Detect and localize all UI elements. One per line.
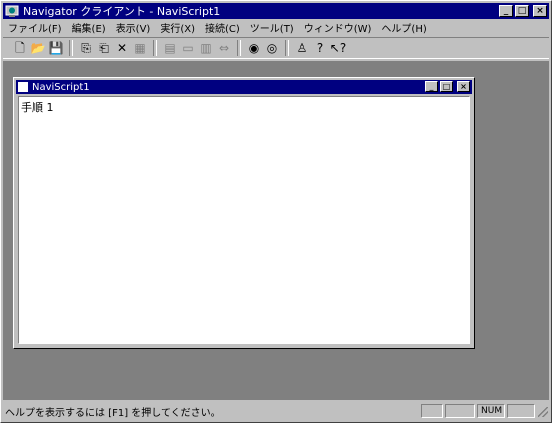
step-move-icon[interactable]: ▥ bbox=[197, 39, 215, 57]
num-lock-indicator: NUM bbox=[477, 404, 505, 418]
menu-tools[interactable]: ツール(T) bbox=[245, 20, 299, 35]
title-bar[interactable]: Navigator クライアント - NaviScript1 _ □ × bbox=[3, 3, 549, 19]
toolbar-separator bbox=[237, 40, 241, 56]
step-list-icon[interactable]: ▭ bbox=[179, 39, 197, 57]
application-window: Navigator クライアント - NaviScript1 _ □ × ファイ… bbox=[0, 0, 552, 423]
status-panel-1 bbox=[421, 404, 443, 418]
script-window-title-bar[interactable]: NaviScript1 _ □ × bbox=[16, 80, 472, 94]
maximize-button[interactable]: □ bbox=[515, 5, 529, 17]
properties-icon[interactable]: ▦ bbox=[131, 39, 149, 57]
help-icon[interactable]: ? bbox=[311, 39, 329, 57]
connect-icon[interactable]: ◉ bbox=[245, 39, 263, 57]
child-close-button[interactable]: × bbox=[457, 81, 470, 92]
resize-grip[interactable] bbox=[537, 404, 549, 418]
toolbar: 🗋 📂 💾 ⎘ ⎗ ✕ ▦ ▤ ▭ ▥ ⇔ ◉ ◎ ♙? ↖? bbox=[3, 37, 549, 59]
status-panel-4 bbox=[507, 404, 535, 418]
delete-icon[interactable]: ✕ bbox=[113, 39, 131, 57]
disconnect-icon[interactable]: ◎ bbox=[263, 39, 281, 57]
menu-help[interactable]: ヘルプ(H) bbox=[376, 20, 431, 35]
menu-file[interactable]: ファイル(F) bbox=[3, 20, 67, 35]
status-panel-2 bbox=[445, 404, 475, 418]
status-bar: ヘルプを表示するには [F1] を押してください。 NUM bbox=[3, 402, 549, 420]
mdi-client-area[interactable]: NaviScript1 _ □ × 手順 1 bbox=[3, 61, 549, 400]
status-message: ヘルプを表示するには [F1] を押してください。 bbox=[5, 407, 221, 419]
toolbar-separator bbox=[69, 40, 73, 56]
insert-step-icon[interactable]: ⎘ bbox=[77, 39, 95, 57]
menu-edit[interactable]: 編集(E) bbox=[67, 20, 111, 35]
step-edit-icon[interactable]: ▤ bbox=[161, 39, 179, 57]
save-icon[interactable]: 💾 bbox=[47, 39, 65, 57]
new-file-icon[interactable]: 🗋 bbox=[11, 39, 29, 57]
menu-view[interactable]: 表示(V) bbox=[111, 20, 156, 35]
window-title: Navigator クライアント - NaviScript1 bbox=[23, 5, 221, 18]
close-button[interactable]: × bbox=[533, 5, 547, 17]
step-split-icon[interactable]: ⇔ bbox=[215, 39, 233, 57]
add-step-icon[interactable]: ⎗ bbox=[95, 39, 113, 57]
menu-bar: ファイル(F) 編集(E) 表示(V) 実行(X) 接続(C) ツール(T) ウ… bbox=[3, 19, 549, 36]
child-maximize-button[interactable]: □ bbox=[440, 81, 453, 92]
user-icon[interactable]: ♙ bbox=[293, 39, 311, 57]
script-window[interactable]: NaviScript1 _ □ × 手順 1 bbox=[13, 77, 475, 349]
toolbar-separator bbox=[285, 40, 289, 56]
toolbar-separator bbox=[153, 40, 157, 56]
minimize-button[interactable]: _ bbox=[499, 5, 513, 17]
menu-window[interactable]: ウィンドウ(W) bbox=[299, 20, 377, 35]
step-line[interactable]: 手順 1 bbox=[21, 99, 54, 115]
child-minimize-button[interactable]: _ bbox=[425, 81, 438, 92]
script-editor[interactable]: 手順 1 bbox=[18, 96, 470, 344]
context-help-icon[interactable]: ↖? bbox=[329, 39, 347, 57]
menu-run[interactable]: 実行(X) bbox=[155, 20, 200, 35]
document-icon[interactable] bbox=[18, 82, 28, 92]
app-icon[interactable] bbox=[5, 5, 19, 18]
open-folder-icon[interactable]: 📂 bbox=[29, 39, 47, 57]
menu-connect[interactable]: 接続(C) bbox=[200, 20, 245, 35]
script-window-title: NaviScript1 bbox=[32, 81, 90, 93]
